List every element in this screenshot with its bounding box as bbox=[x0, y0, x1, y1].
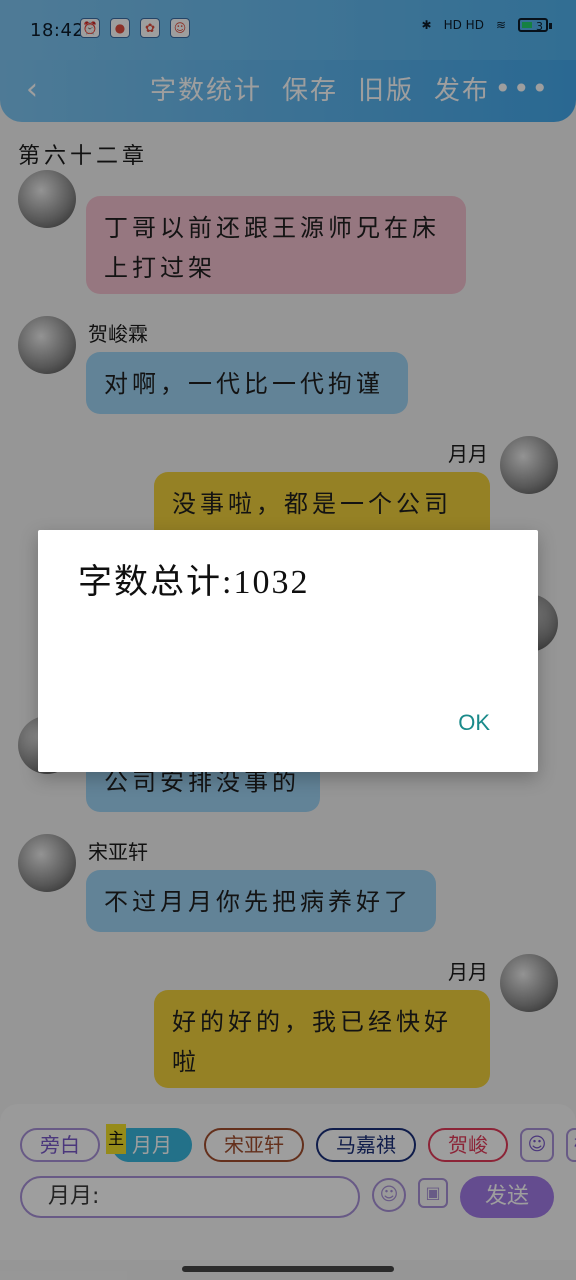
home-indicator bbox=[182, 1266, 394, 1272]
ok-button[interactable]: OK bbox=[458, 710, 490, 736]
word-count-dialog: 字数总计:1032 OK bbox=[38, 530, 538, 772]
dialog-title: 字数总计:1032 bbox=[78, 564, 310, 601]
